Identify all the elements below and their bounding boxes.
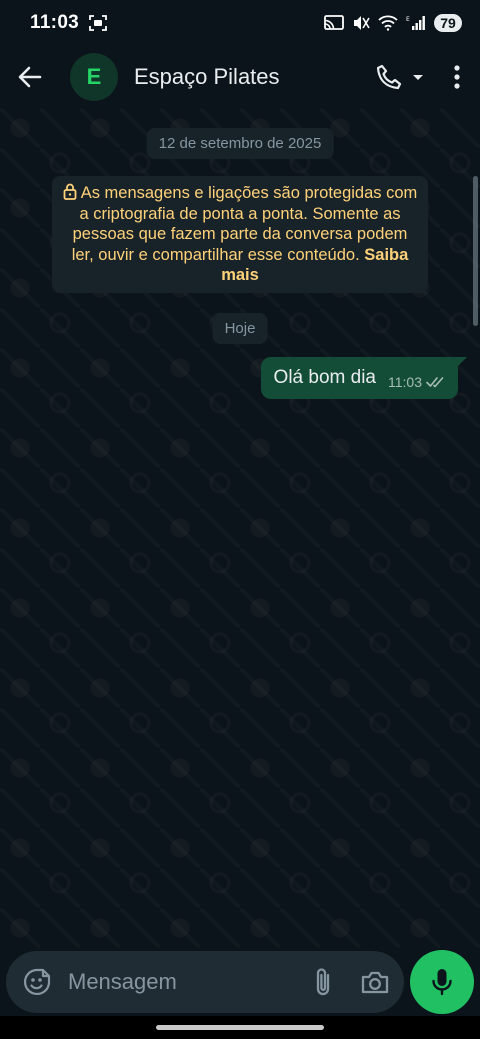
home-gesture-handle[interactable]: [156, 1025, 324, 1030]
composer: [6, 951, 404, 1013]
input-bar: [0, 948, 480, 1016]
sticker-button[interactable]: [22, 967, 52, 997]
camera-button[interactable]: [360, 962, 390, 1002]
double-check-icon: [426, 377, 444, 388]
header-actions: [370, 46, 480, 108]
message-time: 11:03: [388, 374, 422, 390]
back-arrow-icon: [18, 66, 42, 88]
camera-icon: [361, 971, 389, 994]
more-vertical-icon: [454, 65, 460, 89]
today-divider: Hoje: [212, 313, 268, 344]
message-text: Olá bom dia: [273, 367, 376, 388]
call-button[interactable]: [370, 46, 434, 108]
microphone-icon: [432, 969, 452, 996]
scrollbar[interactable]: [473, 176, 478, 326]
attach-button[interactable]: [308, 962, 338, 1002]
status-time: 11:03: [30, 12, 80, 33]
screenshot-icon: [89, 15, 107, 31]
mute-icon: [354, 16, 370, 30]
back-button[interactable]: [0, 46, 60, 108]
lock-icon: [63, 183, 77, 200]
system-nav-bar: [0, 1016, 480, 1039]
contact-avatar[interactable]: E: [70, 53, 118, 101]
chat-header: E Espaço Pilates: [0, 46, 480, 108]
message-input[interactable]: [68, 969, 308, 995]
battery-indicator: 79: [434, 14, 462, 32]
signal-icon: E: [406, 16, 425, 30]
chevron-down-icon: [413, 75, 423, 80]
cast-icon: [324, 15, 344, 30]
date-divider: 12 de setembro de 2025: [146, 128, 334, 159]
encryption-notice[interactable]: As mensagens e ligações são protegidas c…: [52, 176, 428, 293]
chat-area[interactable]: 12 de setembro de 2025 As mensagens e li…: [0, 108, 480, 948]
svg-text:E: E: [406, 16, 410, 23]
sticker-icon: [23, 968, 51, 996]
paperclip-icon: [316, 968, 330, 996]
message-meta: 11:03: [388, 374, 446, 390]
wifi-icon: [378, 15, 398, 31]
more-options-button[interactable]: [434, 46, 480, 108]
outgoing-message[interactable]: Olá bom dia 11:03: [260, 357, 468, 399]
status-icons: E 79: [324, 14, 462, 32]
phone-icon: [376, 64, 402, 90]
status-bar: 11:03 E 79: [0, 0, 480, 46]
voice-message-button[interactable]: [410, 950, 474, 1014]
contact-name[interactable]: Espaço Pilates: [134, 64, 280, 90]
